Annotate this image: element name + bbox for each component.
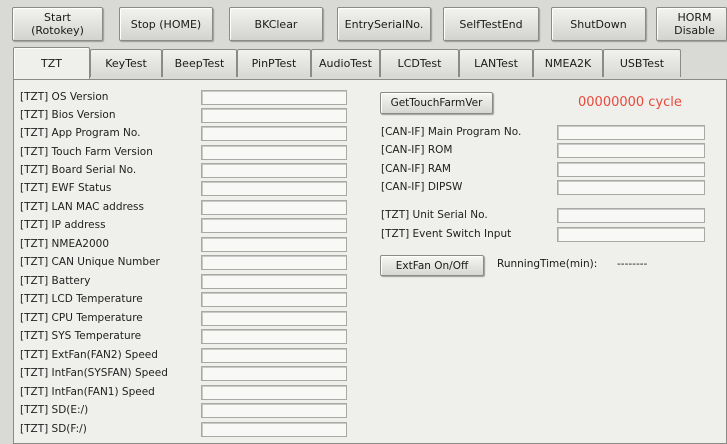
event-switch-input-field[interactable] (557, 227, 705, 242)
os-version-field[interactable] (201, 90, 347, 105)
intfan-fan1-speed-field[interactable] (201, 385, 347, 400)
start-rotokey-button[interactable]: Start (Rotokey) (12, 7, 103, 41)
tab-nmea2k[interactable]: NMEA2K (533, 49, 603, 77)
bios-version-field[interactable] (201, 108, 347, 123)
running-time-value: -------- (617, 258, 648, 270)
touch-farm-version-label: [TZT] Touch Farm Version (20, 146, 153, 158)
tab-tzt[interactable]: TZT (13, 47, 90, 79)
app-program-no-label: [TZT] App Program No. (20, 127, 141, 139)
board-serial-no-field[interactable] (201, 163, 347, 178)
cycle-counter: 00000000 cycle (578, 95, 682, 110)
extfan-fan2-speed-label: [TZT] ExtFan(FAN2) Speed (20, 349, 158, 361)
entry-serial-no-button[interactable]: EntrySerialNo. (337, 7, 431, 41)
sd-f-label: [TZT] SD(F:/) (20, 423, 87, 435)
nmea2000-field[interactable] (201, 237, 347, 252)
sd-f-field[interactable] (201, 422, 347, 437)
self-test-end-button[interactable]: SelfTestEnd (443, 7, 539, 41)
unit-serial-no-label: [TZT] Unit Serial No. (381, 209, 488, 221)
can-unique-number-field[interactable] (201, 255, 347, 270)
tab-usbtest[interactable]: USBTest (603, 49, 681, 77)
can-ram-label: [CAN-IF] RAM (381, 163, 451, 175)
can-rom-field[interactable] (557, 143, 705, 158)
lan-mac-address-field[interactable] (201, 200, 347, 215)
battery-field[interactable] (201, 274, 347, 289)
ip-address-label: [TZT] IP address (20, 219, 106, 231)
get-touch-farm-ver-button[interactable]: GetTouchFarmVer (380, 92, 493, 114)
tab-beeptest[interactable]: BeepTest (162, 49, 237, 77)
ip-address-field[interactable] (201, 218, 347, 233)
intfan-fan1-speed-label: [TZT] IntFan(FAN1) Speed (20, 386, 155, 398)
can-main-program-no-label: [CAN-IF] Main Program No. (381, 126, 522, 138)
can-ram-field[interactable] (557, 162, 705, 177)
lcd-temperature-label: [TZT] LCD Temperature (20, 293, 143, 305)
sd-e-label: [TZT] SD(E:/) (20, 404, 89, 416)
can-main-program-no-field[interactable] (557, 125, 705, 140)
cpu-temperature-label: [TZT] CPU Temperature (20, 312, 143, 324)
app-program-no-field[interactable] (201, 126, 347, 141)
app-window: Start (Rotokey) Stop (HOME) BKClear Entr… (0, 0, 727, 444)
top-toolbar: Start (Rotokey) Stop (HOME) BKClear Entr… (0, 0, 727, 44)
horm-disable-button[interactable]: HORM Disable (656, 7, 727, 41)
event-switch-input-label: [TZT] Event Switch Input (381, 228, 512, 240)
sd-e-field[interactable] (201, 403, 347, 418)
extfan-on-off-button[interactable]: ExtFan On/Off (380, 255, 484, 276)
battery-label: [TZT] Battery (20, 275, 91, 287)
sys-temperature-label: [TZT] SYS Temperature (20, 330, 142, 342)
stop-home-button[interactable]: Stop (HOME) (119, 7, 213, 41)
touch-farm-version-field[interactable] (201, 145, 347, 160)
tab-pinptest[interactable]: PinPTest (237, 49, 311, 77)
intfan-sysfan-speed-field[interactable] (201, 366, 347, 381)
bios-version-label: [TZT] Bios Version (20, 109, 116, 121)
bkclear-button[interactable]: BKClear (229, 7, 323, 41)
can-dipsw-field[interactable] (557, 180, 705, 195)
can-rom-label: [CAN-IF] ROM (381, 144, 453, 156)
extfan-fan2-speed-field[interactable] (201, 348, 347, 363)
unit-serial-no-field[interactable] (557, 208, 705, 223)
ewf-status-field[interactable] (201, 181, 347, 196)
ewf-status-label: [TZT] EWF Status (20, 182, 112, 194)
os-version-label: [TZT] OS Version (20, 91, 109, 103)
tab-lcdtest[interactable]: LCDTest (380, 49, 459, 77)
tab-lantest[interactable]: LANTest (459, 49, 533, 77)
can-dipsw-label: [CAN-IF] DIPSW (381, 181, 463, 193)
tab-bar: TZT KeyTest BeepTest PinPTest AudioTest … (13, 47, 727, 79)
intfan-sysfan-speed-label: [TZT] IntFan(SYSFAN) Speed (20, 367, 168, 379)
tab-audiotest[interactable]: AudioTest (311, 49, 380, 77)
cpu-temperature-field[interactable] (201, 311, 347, 326)
lcd-temperature-field[interactable] (201, 292, 347, 307)
nmea2000-label: [TZT] NMEA2000 (20, 238, 110, 250)
can-unique-number-label: [TZT] CAN Unique Number (20, 256, 160, 268)
lan-mac-address-label: [TZT] LAN MAC address (20, 201, 144, 213)
sys-temperature-field[interactable] (201, 329, 347, 344)
tab-keytest[interactable]: KeyTest (90, 49, 162, 77)
running-time-label: RunningTime(min): (497, 258, 598, 270)
shutdown-button[interactable]: ShutDown (551, 7, 646, 41)
board-serial-no-label: [TZT] Board Serial No. (20, 164, 137, 176)
